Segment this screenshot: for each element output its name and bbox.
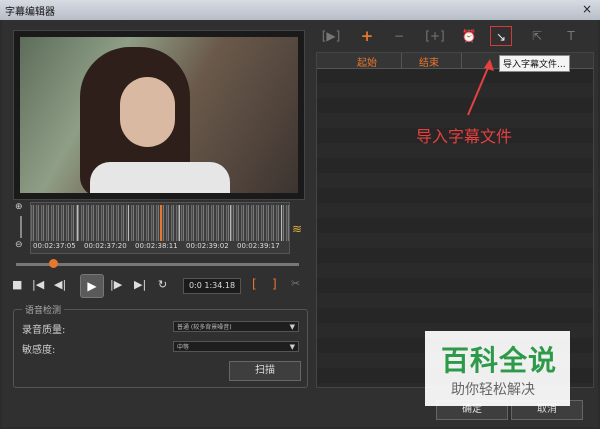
audio-waveform-timeline[interactable]: 00:02:37:05 00:02:37:20 00:02:38:11 00:0… [30,202,290,254]
quality-value: 普通 (较多背景噪音) [177,324,232,331]
timeline-timecodes: 00:02:37:05 00:02:37:20 00:02:38:11 00:0… [31,242,289,253]
watermark: 百科全说 助你轻松解决 [425,331,570,406]
timecode-label: 00:02:38:11 [135,242,178,250]
progress-knob[interactable] [49,259,58,268]
timeline-playhead[interactable] [160,205,162,241]
play-button[interactable]: ▶ [80,274,104,298]
timecode-label: 00:02:37:05 [33,242,76,250]
scan-button[interactable]: 扫描 [229,361,301,381]
column-start[interactable]: 起始 [357,54,377,69]
add-subtitle-icon[interactable]: + [356,26,378,46]
mark-in-button[interactable]: [ [252,277,257,291]
subtitle-toolbar: [▶] + − [+] ⏰ ↘ ⇱ T [316,26,592,48]
split-icon[interactable]: ✂ [291,277,300,290]
waveform-icon[interactable]: ≋ [292,222,302,236]
stop-icon[interactable]: ■ [12,278,22,291]
quality-select[interactable]: 普通 (较多背景噪音) ▼ [173,321,299,332]
export-subtitle-icon[interactable]: ⇱ [526,26,548,46]
split-subtitle-icon[interactable]: [+] [424,26,446,46]
timecode-display[interactable]: 0:0 1:34.18 [183,278,241,294]
annotation-arrow [467,59,494,116]
playback-controls: ■ |◀ ◀| ▶ |▶ ▶| ↻ 0:0 1:34.18 [ ] ✂ [10,274,310,298]
playback-progress[interactable] [16,259,299,268]
zoom-out-icon[interactable]: ⊖ [15,240,23,250]
zoom-in-icon[interactable]: ⊕ [15,202,23,212]
close-icon[interactable]: × [582,2,592,16]
sensitivity-select[interactable]: 中等 ▼ [173,341,299,352]
sensitivity-label: 敏感度: [22,345,56,356]
title-bar: 字幕编辑器 × [0,0,600,20]
chevron-down-icon: ▼ [289,343,295,351]
zoom-slider[interactable] [20,216,22,238]
go-end-icon[interactable]: ▶| [134,278,146,291]
step-forward-icon[interactable]: |▶ [110,278,122,291]
video-preview [13,30,305,200]
annotation-text: 导入字幕文件 [416,127,513,146]
remove-subtitle-icon[interactable]: − [388,26,410,46]
text-options-icon[interactable]: T [560,26,582,46]
zoom-control[interactable]: ⊕ ⊖ [15,202,27,252]
sensitivity-value: 中等 [177,344,190,351]
step-back-icon[interactable]: ◀| [54,278,66,291]
loop-icon[interactable]: ↻ [158,278,167,291]
play-subtitle-icon[interactable]: [▶] [320,26,342,46]
mark-out-button[interactable]: ] [272,277,277,291]
group-legend: 语音检测 [22,303,65,316]
column-end[interactable]: 结束 [419,54,439,69]
watermark-slogan: 助你轻松解决 [451,382,535,398]
go-start-icon[interactable]: |◀ [32,278,44,291]
timecode-label: 00:02:39:02 [186,242,229,250]
timer-icon[interactable]: ⏰ [458,26,480,46]
timecode-label: 00:02:37:20 [84,242,127,250]
quality-label: 录音质量: [22,325,66,336]
import-subtitle-icon[interactable]: ↘ [490,26,512,46]
import-tooltip: 导入字幕文件... [499,55,570,72]
chevron-down-icon: ▼ [289,323,295,331]
video-frame [20,37,298,193]
watermark-brand: 百科全说 [441,344,558,377]
window-title: 字幕编辑器 [5,7,55,18]
timecode-label: 00:02:39:17 [237,242,280,250]
